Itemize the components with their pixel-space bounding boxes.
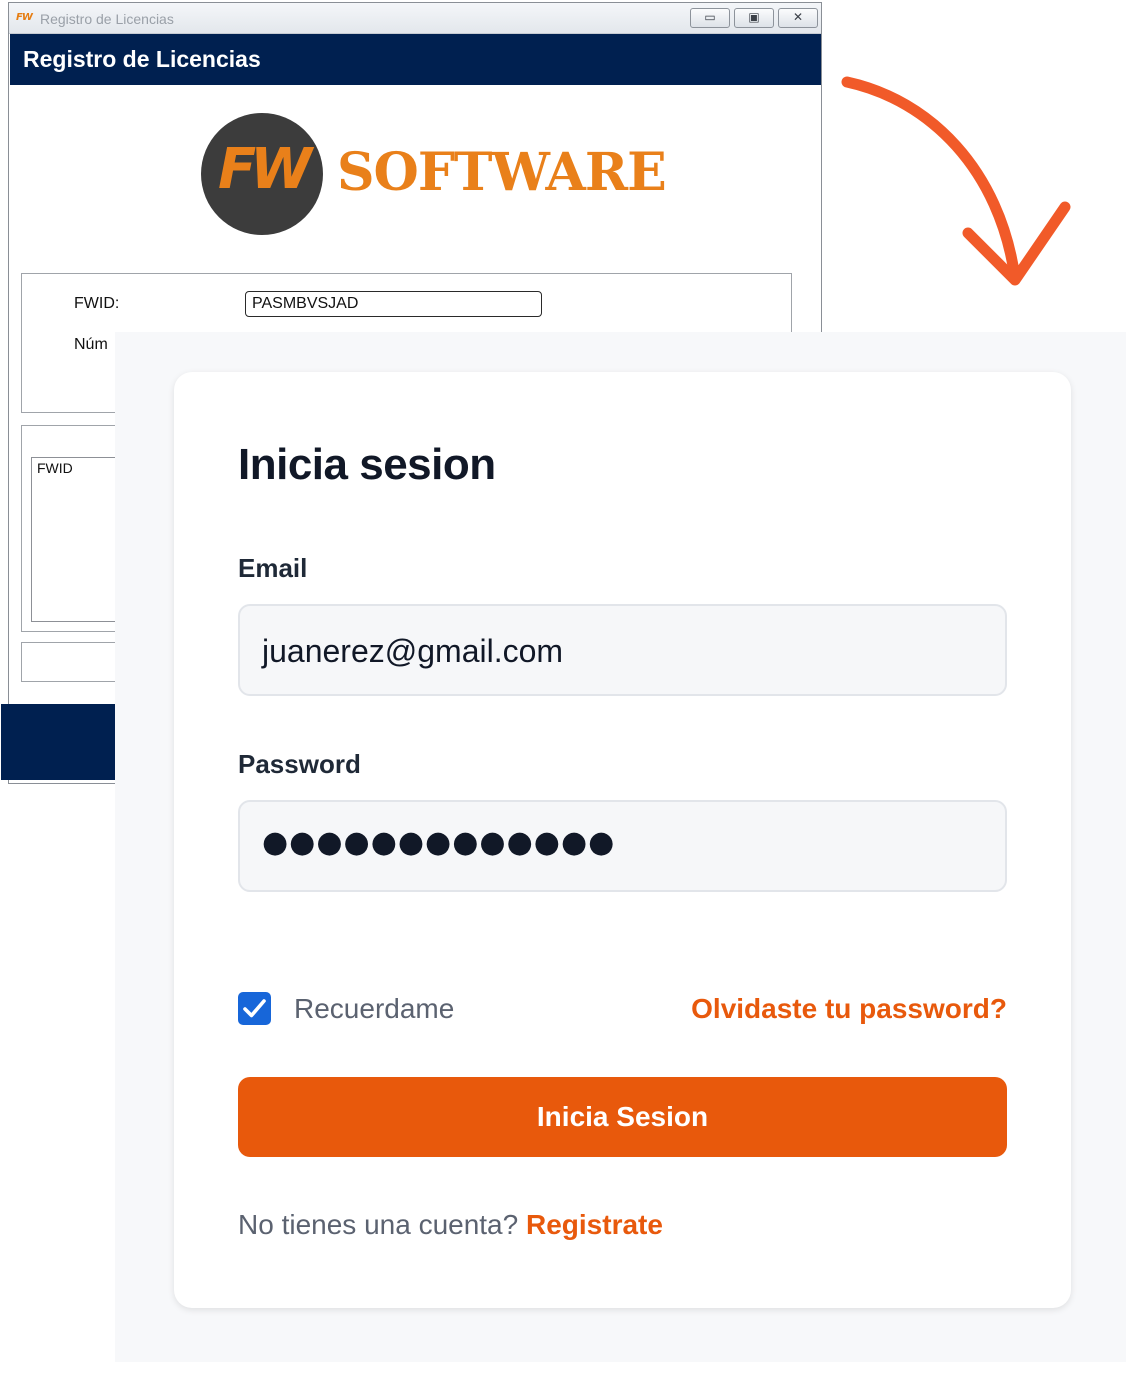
number-label: Núm <box>74 336 108 353</box>
email-label: Email <box>238 553 308 583</box>
close-button[interactable]: ✕ <box>778 8 818 28</box>
email-field[interactable]: juanerez@gmail.com <box>238 604 1007 696</box>
app-logo-icon: FW <box>16 12 33 23</box>
close-icon: ✕ <box>792 10 804 24</box>
forgot-password-link[interactable]: Olvidaste tu password? <box>691 993 1007 1025</box>
software-logo-text: SOFTWARE <box>337 142 667 203</box>
composite-canvas: FW Registro de Licencias ▭ ▣ ✕ Registro … <box>0 0 1134 1376</box>
window-titlebar[interactable]: FW Registro de Licencias ▭ ▣ ✕ <box>9 3 821 34</box>
minimize-icon: ▭ <box>704 10 716 24</box>
signup-prompt: No tienes una cuenta? <box>238 1209 519 1240</box>
register-link[interactable]: Registrate <box>526 1209 663 1240</box>
email-value: juanerez@gmail.com <box>262 633 564 669</box>
list-column-header-fwid: FWID <box>37 460 73 476</box>
maximize-button[interactable]: ▣ <box>734 8 774 28</box>
fwid-input[interactable]: PASMBVSJAD <box>245 291 542 317</box>
curved-arrow-down-icon <box>841 76 1071 286</box>
remember-label: Recuerdame <box>294 993 455 1024</box>
minimize-button[interactable]: ▭ <box>690 8 730 28</box>
window-title: Registro de Licencias <box>40 11 174 27</box>
signup-row: No tienes una cuenta? Registrate <box>238 1209 663 1241</box>
password-label: Password <box>238 749 361 779</box>
remember-checkbox[interactable] <box>238 992 271 1025</box>
sign-in-button[interactable]: Inicia Sesion <box>238 1077 1007 1157</box>
password-field[interactable]: ●●●●●●●●●●●●● <box>238 800 1007 892</box>
fw-logo-icon: FW <box>201 113 323 235</box>
maximize-icon: ▣ <box>748 10 760 24</box>
window-header-bar: Registro de Licencias <box>10 34 821 85</box>
password-mask: ●●●●●●●●●●●●● <box>262 825 616 860</box>
fwid-label: FWID: <box>74 295 120 312</box>
checkmark-icon <box>243 999 266 1018</box>
login-title: Inicia sesion <box>238 440 496 489</box>
window-header-title: Registro de Licencias <box>23 46 261 72</box>
fw-logo-mark: FW <box>217 137 312 202</box>
